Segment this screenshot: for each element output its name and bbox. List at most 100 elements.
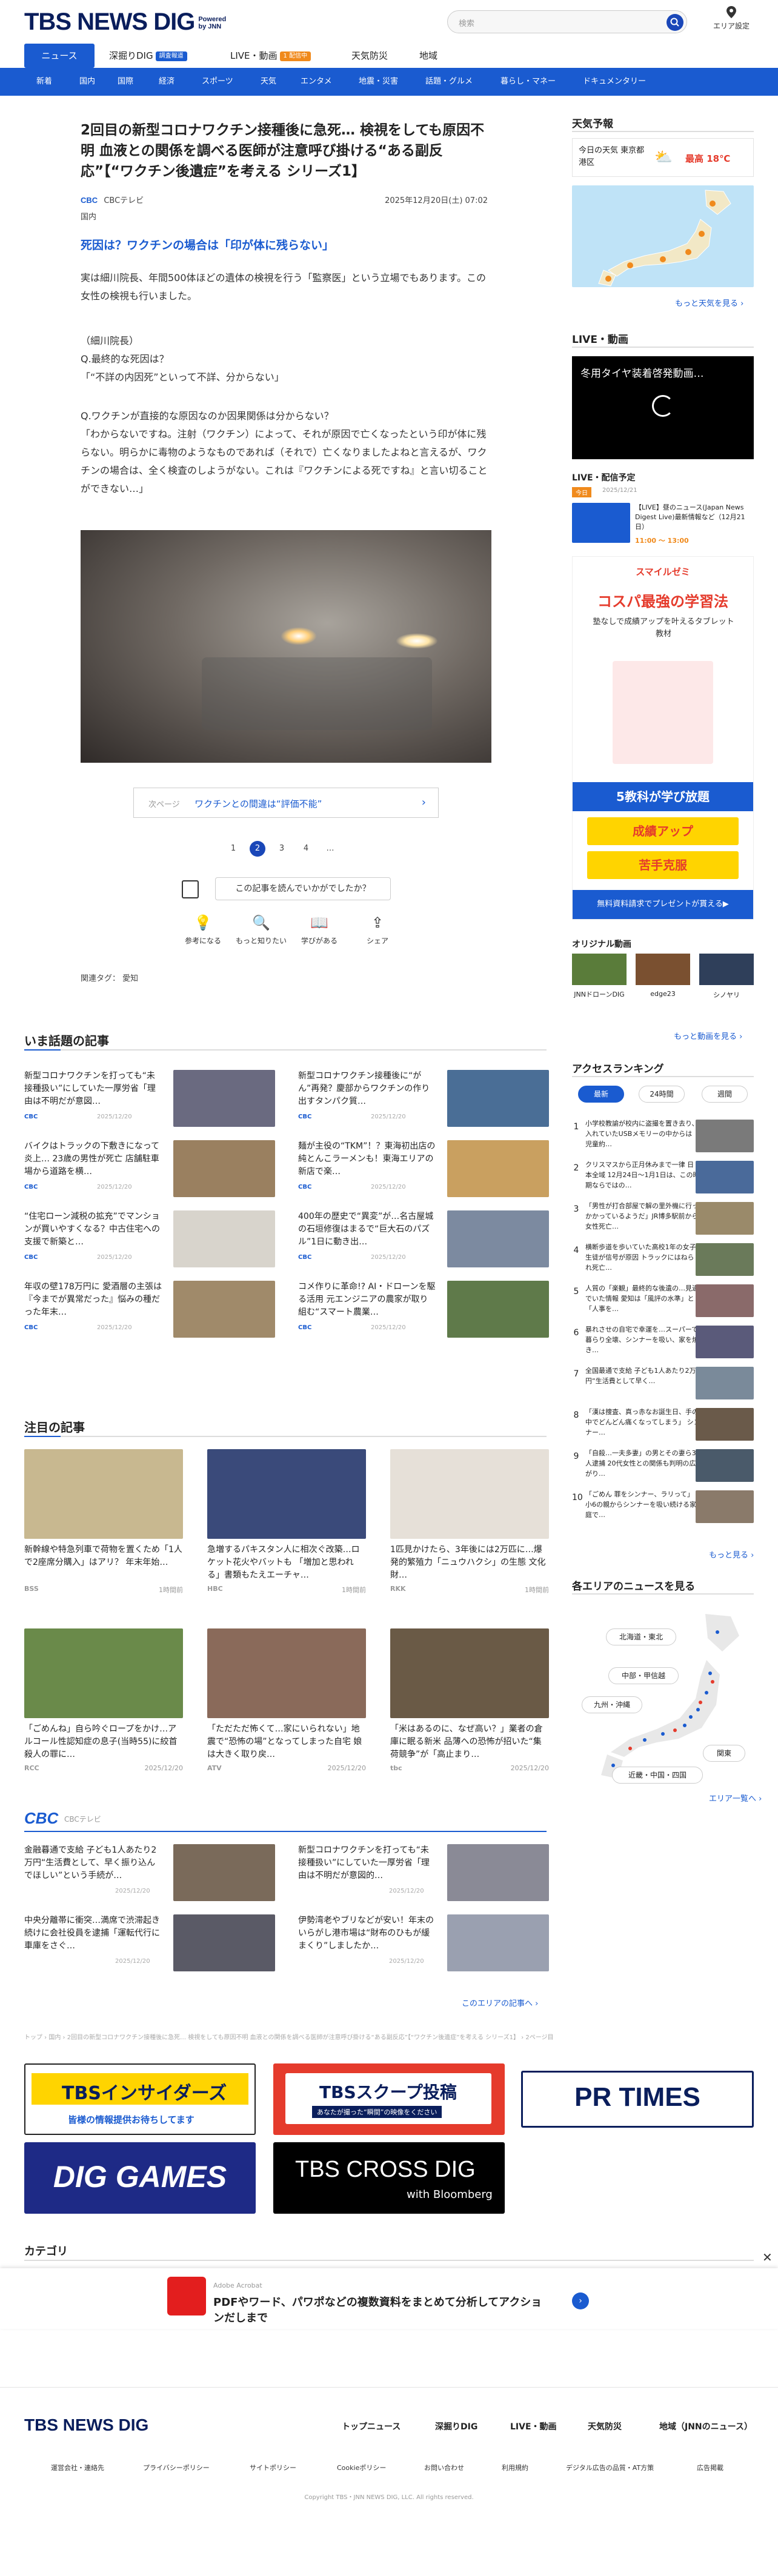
weather-widget[interactable]: 今日の天気 東京都港区 ⛅ 最高 18℃ — [572, 138, 754, 177]
footer-small-link[interactable]: サイトポリシー — [250, 2463, 296, 2472]
subnav-item[interactable]: ドキュメンタリー — [583, 68, 646, 96]
footer-link[interactable]: 深掘りDIG — [435, 2420, 477, 2432]
footer-small-link[interactable]: お問い合わせ — [424, 2463, 464, 2472]
trending-item[interactable]: 年収の壁178万円に 愛酒層の主張は『今までが異常だった』悩みの種だった年末… C… — [24, 1281, 285, 1338]
gnav-region[interactable]: 地域 — [419, 44, 437, 68]
cbc-more-link[interactable]: このエリアの記事へ › — [462, 1997, 538, 2008]
reaction-helpful-button[interactable]: 💡 参考になる — [176, 914, 230, 946]
subnav-item[interactable]: 暮らし・マネー — [500, 68, 556, 96]
subnav-item[interactable]: 話題・グルメ — [425, 68, 473, 96]
sidebar-ad[interactable]: スマイルゼミ コスパ最強の学習法 塾なしで成績アップを叶えるタブレット教材 5教… — [572, 556, 754, 920]
trending-item[interactable]: “住宅ローン減税の拡充”でマンションが買いやすくなる？中古住宅への支援で新築と…… — [24, 1210, 285, 1267]
featured-card[interactable]: 急増するパキスタン人に相次ぐ改築…ロケット花火やバットも 「増加と思われる」書類… — [207, 1449, 366, 1595]
footer-link[interactable]: 天気防災 — [588, 2420, 622, 2432]
ranking-item[interactable]: 5 人質の「楽観」最終的な後遺の…見過でいた情報 愛知は「風評の水準」と「人事を… — [572, 1283, 754, 1317]
page-link-current[interactable]: 2 — [250, 841, 265, 857]
cbc-item[interactable]: 金融暮通で支給 子ども1人あたり2万円“生活費として、早く振り込んでほしい”とい… — [24, 1844, 285, 1901]
banner-prtimes[interactable]: PR TIMES — [521, 2071, 754, 2128]
page-link[interactable]: 3 — [274, 841, 290, 857]
page-link[interactable]: 1 — [225, 841, 241, 857]
original-thumb[interactable] — [572, 954, 627, 985]
subnav-item[interactable]: 国際 — [118, 68, 133, 96]
trending-item[interactable]: バイクはトラックの下敷きになって炎上… 23歳の男性が死亡 店舗駐車場から道路を… — [24, 1140, 285, 1197]
trending-item[interactable]: 新型コロナワクチン接種後に“がん”再発？慶部からワクチンの作り出すタンパク質… C… — [298, 1070, 559, 1127]
featured-card[interactable]: 「ただただ怖くて…家にいられない」地震で“恐怖の場”となってしまった自宅 娘は大… — [207, 1628, 366, 1774]
subnav-item[interactable]: 国内 — [79, 68, 95, 96]
area-button[interactable]: 九州・沖縄 — [582, 1696, 642, 1713]
featured-card[interactable]: 1匹見かけたら、3年後には2万匹に…爆発的繁殖力「ニュウハクシ」の生態 文化財…… — [390, 1449, 549, 1595]
search-input[interactable]: 検索 — [447, 10, 687, 33]
footer-small-link[interactable]: デジタル広告の品質・AT方策 — [566, 2463, 654, 2472]
gnav-live[interactable]: LIVE・動画 1 配信中 — [230, 44, 311, 68]
area-button[interactable]: 中部・甲信越 — [608, 1667, 679, 1684]
subnav-item[interactable]: エンタメ — [301, 68, 332, 96]
ranking-item[interactable]: 2 クリスマスから正月休みまで一律 日本全域 12月24日～1月1日は、この時期な… — [572, 1160, 754, 1193]
footer-small-link[interactable]: 運営会社・連絡先 — [51, 2463, 104, 2472]
breadcrumb[interactable]: トップ › 国内 › 2回目の新型コロナワクチン接種後に急死… 検視をしても原因… — [24, 2032, 754, 2041]
footer-small-link[interactable]: 広告掲載 — [697, 2463, 723, 2472]
share-button[interactable]: ⇪ シェア — [350, 914, 405, 946]
area-setting-button[interactable]: エリア設定 — [710, 6, 753, 31]
ranking-tab-latest[interactable]: 最新 — [578, 1086, 624, 1103]
area-button[interactable]: 北海道・東北 — [606, 1628, 676, 1645]
ranking-item[interactable]: 7 全国最通で支給 子ども1人あたり2万円“生活費として早く… — [572, 1366, 754, 1399]
ranking-tab-24h[interactable]: 24時間 — [639, 1086, 685, 1103]
next-page-link[interactable]: 次ページ ワクチンとの間違は“評価不能” › — [133, 788, 439, 818]
schedule-thumbnail[interactable] — [572, 503, 630, 543]
footer-small-link[interactable]: Cookieポリシー — [337, 2463, 386, 2472]
footer-small-link[interactable]: 利用規約 — [502, 2463, 528, 2472]
weather-more-link[interactable]: もっと天気を見る › — [675, 297, 743, 308]
footer-small-link[interactable]: プライバシーポリシー — [143, 2463, 210, 2472]
close-icon[interactable]: ✕ — [762, 2250, 773, 2265]
reaction-more-button[interactable]: 🔍 もっと知りたい — [234, 914, 288, 946]
ranking-item[interactable]: 8 「漢は捜査、真っ赤なお誕生日、手の中でどんどん痛くなってしまう」 シンナー… — [572, 1407, 754, 1441]
ranking-item[interactable]: 10 「ごめん 罪をシンナー、ラリって」 小6の親からシンナーを吸い続ける家庭で… — [572, 1489, 754, 1523]
gnav-news[interactable]: ニュース — [24, 44, 95, 68]
banner-diggames[interactable]: DIG GAMES — [24, 2142, 256, 2214]
original-more-link[interactable]: もっと動画を見る › — [674, 1030, 742, 1041]
trending-item[interactable]: 新型コロナワクチンを打っても“未接種扱い”にしていた一厚労省「理由は不明だが意図… — [24, 1070, 285, 1127]
tag-link[interactable]: 愛知 — [122, 974, 138, 983]
subnav-item[interactable]: 新着 — [36, 68, 52, 96]
featured-card[interactable]: 「米はあるのに、なぜ高い？」業者の倉庫に眠る新米 品薄への恐怖が招いた“集荷競争… — [390, 1628, 549, 1774]
schedule-title[interactable]: 【LIVE】昼のニュース(Japan News Digest Live)最新情報… — [635, 503, 754, 533]
ranking-item[interactable]: 6 暴れさせの自宅で幸運を…スーパーで暮らり全壊、シンナーを吸い、家を焼き… — [572, 1324, 754, 1358]
trending-item[interactable]: 麺が主役の“TKM”！？東海初出店の純とんこラーメンも！東海エリアの新店で楽… C… — [298, 1140, 559, 1197]
trending-item[interactable]: コメ作りに革命!? AI・ドローンを駆る活用 元エンジニアの農家が取り組む“スマ… — [298, 1281, 559, 1338]
cbc-item[interactable]: 新型コロナワクチンを打っても“未接種扱い”にしていた一厚労省「理由は不明だが意図… — [298, 1844, 559, 1901]
area-button[interactable]: 関東 — [703, 1745, 745, 1762]
cbc-item[interactable]: 中央分離帯に衝突…満席で渋滞起き続けに会社役員を逮捕「運転代行に車庫をさぐ… 20… — [24, 1914, 285, 1971]
area-button[interactable]: 近畿・中国・四国 — [612, 1767, 703, 1784]
weather-map[interactable] — [572, 185, 754, 287]
subnav-item[interactable]: 天気 — [261, 68, 276, 96]
banner-scoop[interactable]: TBSスクープ投稿 あなたが撮った“瞬間”の映像をください — [273, 2063, 505, 2135]
subnav-item[interactable]: 経済 — [159, 68, 175, 96]
reaction-learn-button[interactable]: 📖 学びがある — [292, 914, 347, 946]
bottom-sticky-ad[interactable]: Adobe Acrobat PDFやワード、パワポなどの複数資料をまとめて分析し… — [0, 2250, 778, 2329]
ranking-item[interactable]: 3 「男性が打合部屋で解の里外機に行っかかっているようだ」JR博多駅前から女性死亡… — [572, 1201, 754, 1235]
subnav-item[interactable]: 地震・災害 — [359, 68, 398, 96]
cbc-item[interactable]: 伊勢湾老やブリなどが安い！年末のいらがし港市場は“財布のひもが緩まくり”しました… — [298, 1914, 559, 1971]
ranking-item[interactable]: 4 横断歩道を歩いていた高校1年の女子生徒が信号が原因 トラックにはねられ死亡… — [572, 1242, 754, 1276]
footer-link[interactable]: LIVE・動画 — [510, 2420, 557, 2432]
search-button[interactable] — [667, 14, 683, 31]
site-logo[interactable]: TBS NEWS DIG Powered by JNN — [24, 8, 232, 36]
featured-card[interactable]: 新幹線や特急列車で荷物を置くため「1人で2座席分購入」はアリ？ 年末年始… BSS… — [24, 1449, 183, 1595]
article-category[interactable]: 国内 — [81, 210, 96, 222]
ranking-more-link[interactable]: もっと見る › — [709, 1549, 754, 1560]
featured-card[interactable]: 「ごめんね」自ら吟ぐロープをかけ…アルコール性認知症の息子(当時55)に絞首 殺… — [24, 1628, 183, 1774]
original-thumb[interactable] — [699, 954, 754, 985]
ad-cta[interactable]: 無料資料請求でプレゼントが貰える▶ — [573, 890, 753, 919]
ranking-item[interactable]: 1 小学校教諭が校内に盗撮を置き去り、入れていたUSBメモリーの中からは 児童約… — [572, 1118, 754, 1152]
banner-insiders[interactable]: TBSインサイダーズ 皆様の情報提供お待ちしてます — [24, 2063, 256, 2135]
trending-item[interactable]: 400年の歴史で“異変”が…名古屋城の石垣修復はまるで“巨大石のパズル”1日に動… — [298, 1210, 559, 1267]
gnav-dig[interactable]: 深掘りDIG 調査報道 — [109, 44, 187, 68]
area-more-link[interactable]: エリア一覧へ › — [709, 1792, 762, 1804]
footer-logo[interactable]: TBS NEWS DIG — [24, 2415, 148, 2435]
footer-link[interactable]: 地域（JNNのニュース） — [659, 2420, 753, 2432]
banner-crossdig[interactable]: TBS CROSS DIG with Bloomberg — [273, 2142, 505, 2214]
ad-arrow-icon[interactable]: › — [572, 2292, 589, 2309]
ranking-item[interactable]: 9 「自殺…一夫多妻」の男とその妻ら3人逮捕 20代女性との関係も判明の広がり… — [572, 1448, 754, 1482]
ranking-tab-week[interactable]: 週間 — [702, 1086, 748, 1103]
page-link[interactable]: 4 — [298, 841, 314, 857]
